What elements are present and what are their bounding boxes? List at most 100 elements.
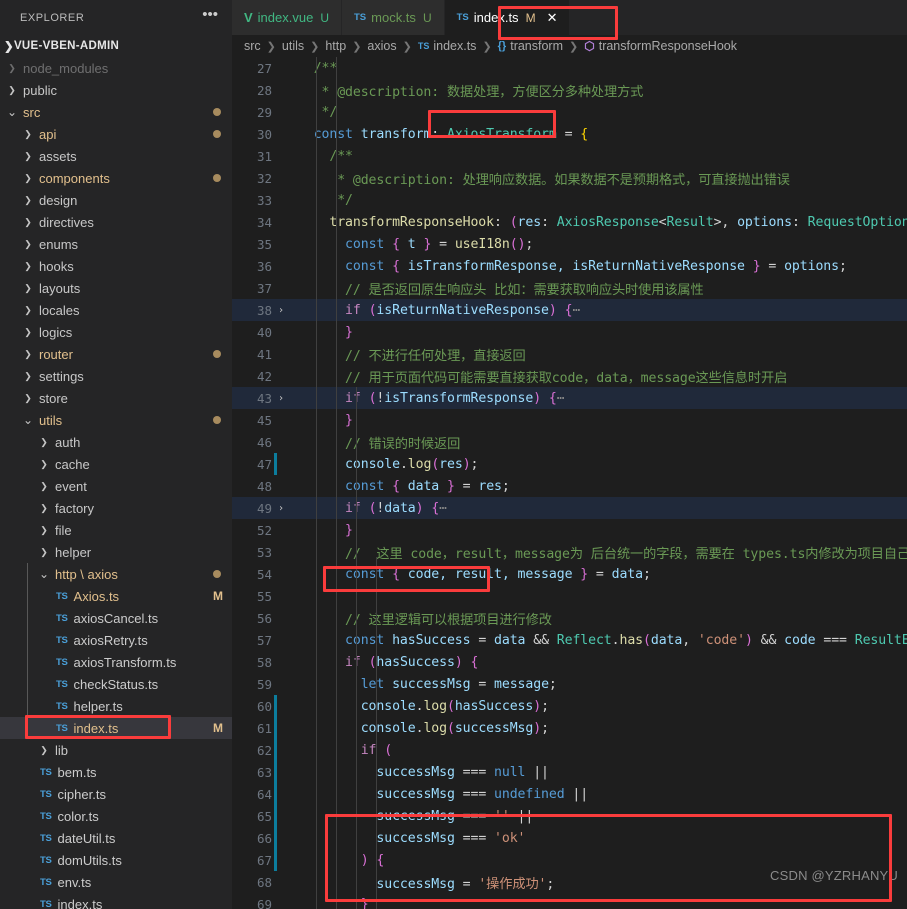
tree-folder-factory[interactable]: ❯ factory <box>0 497 232 519</box>
ellipsis-icon[interactable]: ••• <box>196 7 224 26</box>
tree-file-index-ts[interactable]: TS index.ts <box>0 893 232 909</box>
tree-file-axiostransform-ts[interactable]: TS axiosTransform.ts <box>0 651 232 673</box>
code-editor[interactable]: 27 /** 28 * @description: 数据处理，方便区分多种处理方式… <box>232 57 907 909</box>
close-icon[interactable]: ✕ <box>547 10 558 26</box>
breadcrumb[interactable]: src ❯ utils ❯ http ❯ axios ❯ TS index.ts ❯{} transf… <box>232 35 907 57</box>
tree-folder-layouts[interactable]: ❯ layouts <box>0 277 232 299</box>
breadcrumb-item-transform[interactable]: {} transform <box>498 39 563 53</box>
code-line[interactable]: 30 const transform: AxiosTransform = { <box>232 123 907 145</box>
line-number: 46 <box>256 434 272 450</box>
code-line[interactable]: 58 if (hasSuccess) { <box>232 651 907 673</box>
code-line[interactable]: 28 * @description: 数据处理，方便区分多种处理方式 <box>232 79 907 101</box>
tree-folder-http-axios[interactable]: ⌄ http \ axios <box>0 563 232 585</box>
code-line[interactable]: 34 transformResponseHook: (res: AxiosRes… <box>232 211 907 233</box>
file-tree[interactable]: ❯ node_modules ❯ public ⌄ src ❯ api ❯ assets ❯ comp… <box>0 57 232 909</box>
breadcrumb-item-src[interactable]: src <box>244 39 261 53</box>
tree-folder-auth[interactable]: ❯ auth <box>0 431 232 453</box>
code-line[interactable]: 61 console.log(successMsg); <box>232 717 907 739</box>
typescript-icon: TS <box>456 12 469 23</box>
tree-folder-helper[interactable]: ❯ helper <box>0 541 232 563</box>
code-line[interactable]: 40 } <box>232 321 907 343</box>
tree-folder-store[interactable]: ❯ store <box>0 387 232 409</box>
tree-file-cipher-ts[interactable]: TS cipher.ts <box>0 783 232 805</box>
editor-tabbar[interactable]: Vindex.vue U TS mock.ts U TS index.ts M ✕ <box>232 0 907 35</box>
code-line[interactable]: 65 successMsg === '' || <box>232 805 907 827</box>
code-line[interactable]: 36 const { isTransformResponse, isReturn… <box>232 255 907 277</box>
git-change-indicator <box>274 453 277 475</box>
editor-tab-index-ts[interactable]: TS index.ts M ✕ <box>444 0 571 35</box>
tree-file-helper-ts[interactable]: TS helper.ts <box>0 695 232 717</box>
code-line[interactable]: 45 } <box>232 409 907 431</box>
fold-chevron-icon[interactable]: › <box>272 305 290 316</box>
breadcrumb-item-http[interactable]: http <box>325 39 346 53</box>
tree-folder-utils[interactable]: ⌄ utils <box>0 409 232 431</box>
tree-folder-cache[interactable]: ❯ cache <box>0 453 232 475</box>
code-line[interactable]: 29 */ <box>232 101 907 123</box>
breadcrumb-item-utils[interactable]: utils <box>282 39 304 53</box>
tree-folder-components[interactable]: ❯ components <box>0 167 232 189</box>
code-line[interactable]: 55 <box>232 585 907 607</box>
code-line[interactable]: 47 console.log(res); <box>232 453 907 475</box>
code-line[interactable]: 43 › if (!isTransformResponse) {⋯ <box>232 387 907 409</box>
code-line[interactable]: 27 /** <box>232 57 907 79</box>
tree-folder-directives[interactable]: ❯ directives <box>0 211 232 233</box>
tree-folder-locales[interactable]: ❯ locales <box>0 299 232 321</box>
breadcrumb-item-transformResponseHook[interactable]: ⬡ transformResponseHook <box>584 39 737 53</box>
code-line[interactable]: 56 // 这里逻辑可以根据项目进行修改 <box>232 607 907 629</box>
code-line[interactable]: 60 console.log(hasSuccess); <box>232 695 907 717</box>
breadcrumb-item-index-ts[interactable]: TS index.ts <box>418 39 477 53</box>
code-line[interactable]: 31 /** <box>232 145 907 167</box>
code-line[interactable]: 57 const hasSuccess = data && Reflect.ha… <box>232 629 907 651</box>
code-line[interactable]: 42 // 用于页面代码可能需要直接获取code，data，message这些信… <box>232 365 907 387</box>
tree-folder-lib[interactable]: ❯ lib <box>0 739 232 761</box>
tree-folder-node-modules[interactable]: ❯ node_modules <box>0 57 232 79</box>
tree-file-index-ts[interactable]: TS index.ts M <box>0 717 232 739</box>
code-line[interactable]: 64 successMsg === undefined || <box>232 783 907 805</box>
tree-folder-file[interactable]: ❯ file <box>0 519 232 541</box>
code-line[interactable]: 53 // 这里 code，result，message为 后台统一的字段，需要… <box>232 541 907 563</box>
editor-tab-index-vue[interactable]: Vindex.vue U <box>232 0 342 35</box>
fold-chevron-icon[interactable]: › <box>272 503 290 514</box>
code-line[interactable]: 48 const { data } = res; <box>232 475 907 497</box>
code-line[interactable]: 59 let successMsg = message; <box>232 673 907 695</box>
tree-file-dateutil-ts[interactable]: TS dateUtil.ts <box>0 827 232 849</box>
tree-file-axios-ts[interactable]: TS Axios.ts M <box>0 585 232 607</box>
code-line[interactable]: 46 // 错误的时候返回 <box>232 431 907 453</box>
code-line[interactable]: 33 */ <box>232 189 907 211</box>
tree-file-checkstatus-ts[interactable]: TS checkStatus.ts <box>0 673 232 695</box>
tree-folder-event[interactable]: ❯ event <box>0 475 232 497</box>
code-line[interactable]: 69 } <box>232 893 907 909</box>
tree-folder-assets[interactable]: ❯ assets <box>0 145 232 167</box>
fold-chevron-icon[interactable]: › <box>272 393 290 404</box>
tree-folder-logics[interactable]: ❯ logics <box>0 321 232 343</box>
code-line[interactable]: 32 * @description: 处理响应数据。如果数据不是预期格式，可直接… <box>232 167 907 189</box>
code-line[interactable]: 52 } <box>232 519 907 541</box>
code-line[interactable]: 37 // 是否返回原生响应头 比如：需要获取响应头时使用该属性 <box>232 277 907 299</box>
tree-folder-settings[interactable]: ❯ settings <box>0 365 232 387</box>
tree-file-domutils-ts[interactable]: TS domUtils.ts <box>0 849 232 871</box>
workspace-root-row[interactable]: ❯ VUE-VBEN-ADMIN <box>0 35 232 57</box>
code-line[interactable]: 54 const { code, result, message } = dat… <box>232 563 907 585</box>
tree-folder-api[interactable]: ❯ api <box>0 123 232 145</box>
tree-file-env-ts[interactable]: TS env.ts <box>0 871 232 893</box>
code-line[interactable]: 35 const { t } = useI18n(); <box>232 233 907 255</box>
code-line[interactable]: 38 › if (isReturnNativeResponse) {⋯ <box>232 299 907 321</box>
code-line[interactable]: 41 // 不进行任何处理，直接返回 <box>232 343 907 365</box>
breadcrumb-item-axios[interactable]: axios <box>367 39 396 53</box>
tree-file-axioscancel-ts[interactable]: TS axiosCancel.ts <box>0 607 232 629</box>
code-line[interactable]: 66 successMsg === 'ok' <box>232 827 907 849</box>
tree-folder-router[interactable]: ❯ router <box>0 343 232 365</box>
tree-file-bem-ts[interactable]: TS bem.ts <box>0 761 232 783</box>
tree-file-axiosretry-ts[interactable]: TS axiosRetry.ts <box>0 629 232 651</box>
tree-folder-src[interactable]: ⌄ src <box>0 101 232 123</box>
code-line[interactable]: 62 if ( <box>232 739 907 761</box>
tree-folder-hooks[interactable]: ❯ hooks <box>0 255 232 277</box>
tree-folder-public[interactable]: ❯ public <box>0 79 232 101</box>
tree-folder-enums[interactable]: ❯ enums <box>0 233 232 255</box>
tree-folder-design[interactable]: ❯ design <box>0 189 232 211</box>
tree-file-color-ts[interactable]: TS color.ts <box>0 805 232 827</box>
tree-item-label: auth <box>55 434 81 450</box>
code-line[interactable]: 63 successMsg === null || <box>232 761 907 783</box>
code-line[interactable]: 49 › if (!data) {⋯ <box>232 497 907 519</box>
editor-tab-mock-ts[interactable]: TS mock.ts U <box>342 0 445 35</box>
